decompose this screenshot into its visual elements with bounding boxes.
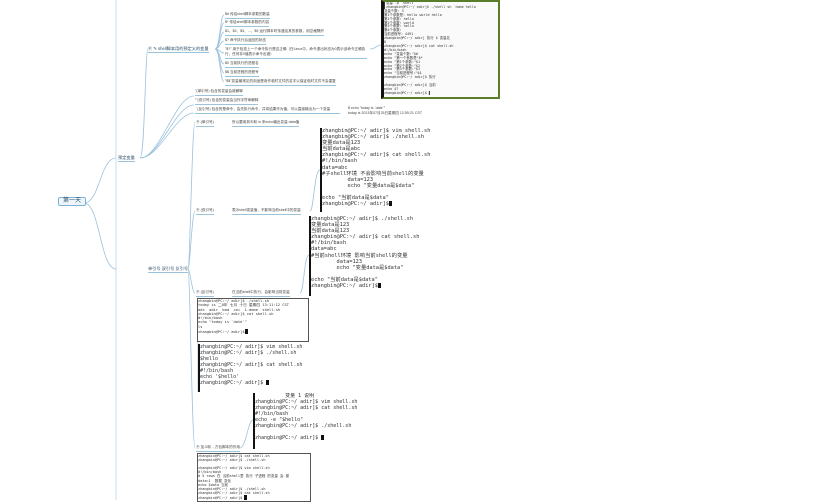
echo-date-output: today is 2013年07月25日星期四 12:55:21 CST (348, 111, 423, 115)
backquote-label: Ⓟ (反引号) (196, 290, 214, 294)
single-quote-desc: 所以要用到'$'和 \n 来echo输出变量 data值 (232, 120, 300, 127)
terminal-line: zhangbin@PC:~/ adir]$ (200, 380, 312, 386)
terminal-line: zhangbin@PC:~/ adir]$ ▌ (384, 90, 431, 95)
echo-date-note: $ echo "today is `date`" today is 2013年0… (348, 106, 422, 116)
terminal-line: zhangbin@PC:~/ adir]$ (198, 494, 310, 500)
terminal-line: #子shell环境 不会影响当前shell的变量 (322, 170, 424, 177)
predef-item-pid[interactable]: $$ 当前进程的进程号 (225, 70, 259, 77)
backquote-node[interactable]: Ⓟ (反引号) (196, 290, 214, 297)
branch-preset-variables[interactable]: 预定变量 (118, 155, 135, 162)
predef-item-status[interactable]: $? 命令执行后返回的状态 (225, 38, 266, 45)
terminal-subshell: zhangbin@PC:~/ adir]$ cat shell.sh zhangb… (197, 453, 311, 502)
double-quote-desc: 表示shell变量值，不影响当前shell中的变量 (232, 208, 301, 215)
terminal-line: zhangbin@PC:~/ adir]$ (311, 283, 429, 289)
cursor-icon (377, 283, 381, 289)
branch-predefined-variables[interactable]: Ⓟ ✎ shell脚本用的预定义的变量 (148, 46, 209, 53)
root-node[interactable]: 第一天 (58, 197, 87, 206)
quote-item-backquote[interactable]: ``(反引号) 包含的是命令，会先执行命令，并将结果作为值，可以直接输出为一个变… (195, 107, 340, 114)
terminal-positional-args: ▌变量 -p shell ▌zhangbin@PC:~/ adir]$ ./she… (381, 0, 500, 99)
terminal-line: zhangbin@PC:~/ adir]$ (322, 201, 438, 207)
terminal-single-quote: zhangbin@PC:~/ adir]$ vim shell.sh zhangb… (320, 128, 438, 212)
quote-item-single[interactable]: ''(单引号) 包含的变量会被解释 (195, 89, 243, 96)
cursor-icon (388, 201, 392, 207)
backquote-desc: 在当前shell中执行，会影响当前变量 (232, 290, 290, 297)
cursor-icon (244, 494, 248, 500)
predef-item-argc[interactable]: $# 传给shell脚本参数的数量 (225, 12, 270, 19)
double-quote-label: Ⓟ (双引号) (196, 208, 214, 212)
predef-item-pid-note[interactable]: "$$"变量最常见的用途是用作临时文件的名字以保证临时文件不会重复 (225, 79, 336, 86)
predef-item-procname[interactable]: $0 当前执行的进程名 (225, 61, 259, 68)
single-quote-label: Ⓟ (单引号) (196, 120, 214, 124)
cursor-icon (244, 329, 248, 335)
terminal-line: zhangbin@PC:~/ adir]$ ./shell.sh (255, 423, 352, 429)
terminal-double-quote: zhangbin@PC:~/ adir]$ ./shell.sh 变量data是1… (309, 216, 429, 296)
terminal-line: zhangbin@PC:~/ adir]$ (198, 329, 308, 335)
quote-item-double[interactable]: ""(双引号) 包含的变量会当作字符串解释 (195, 98, 259, 105)
terminal-echo-hello: 变量 1 说明 zhangbin@PC:~/ adir]$ vim shell.s… (253, 393, 365, 449)
export-node[interactable]: Ⓟ 加.0和 ., 方包脚本的作用 (196, 445, 240, 452)
predef-item-status-note[interactable]: "$?" 用于检查上一个命令执行是否正确（在Linux中，命令退出状态为0表示该… (225, 47, 367, 59)
terminal-backquote-date: zhangbin@PC:~/ adir]$ ./shell.sh today is… (197, 298, 309, 342)
terminal-vim-hello: zhangbin@PC:~/ adir]$ vim shell.sh zhangb… (198, 344, 312, 392)
single-quote-node[interactable]: Ⓟ (单引号) (196, 120, 214, 127)
terminal-line: zhangbin@PC:~/ adir]$ (255, 435, 365, 441)
cursor-icon (266, 380, 270, 385)
predef-item-args[interactable]: $* 传给shell脚本参数的内容 (225, 20, 270, 27)
cursor-icon (321, 435, 325, 440)
branch-quotes[interactable]: 单引号 双引号 反引号 (148, 266, 189, 273)
double-quote-node[interactable]: Ⓟ (双引号) (196, 208, 214, 215)
predef-item-positional[interactable]: $1、$2、$3、...、$9 运行脚本时传递给其的参数，用空格隔开 (225, 29, 325, 36)
